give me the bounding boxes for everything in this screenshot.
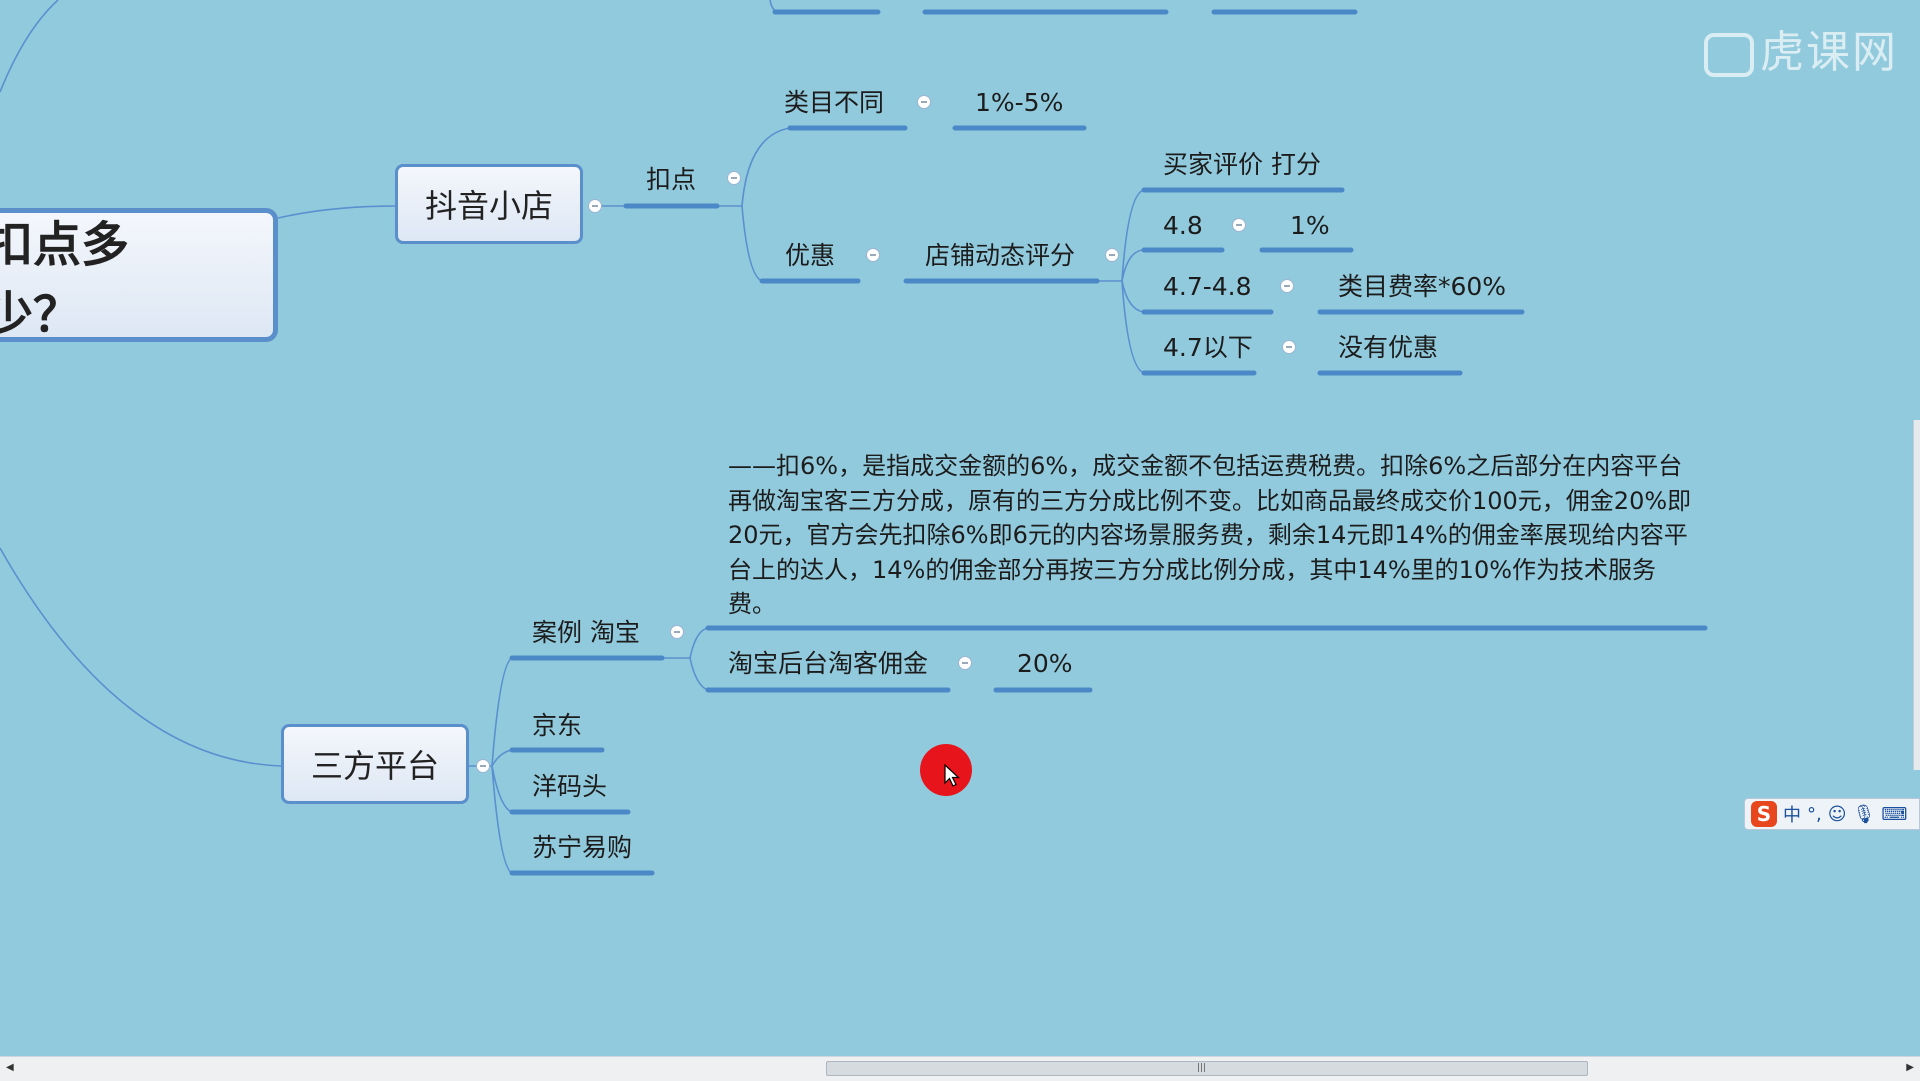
ime-punct-toggle[interactable]: °,	[1807, 804, 1822, 825]
topic-douyin-store-label: 抖音小店	[424, 187, 553, 225]
watermark-text: 虎课网	[1760, 27, 1898, 78]
collapse-koudian-button[interactable]	[727, 171, 741, 185]
collapse-score-3-button[interactable]	[1282, 340, 1296, 354]
watermark-logo: 虎课网	[1704, 16, 1898, 80]
topic-suning[interactable]: 苏宁易购	[532, 833, 632, 863]
scroll-right-icon[interactable]: ▶	[1906, 1062, 1914, 1073]
topic-result-60pct[interactable]: 类目费率*60%	[1338, 272, 1506, 302]
collapse-third-party-button[interactable]	[476, 759, 490, 773]
topic-result-1pct[interactable]: 1%	[1290, 211, 1330, 241]
mic-icon[interactable]: 🎙	[1853, 804, 1876, 825]
topic-result-none[interactable]: 没有优惠	[1338, 333, 1438, 363]
topic-koudian[interactable]: 扣点	[646, 165, 696, 195]
sogou-logo-icon[interactable]: S	[1751, 801, 1777, 827]
topic-douyin-store[interactable]: 抖音小店	[395, 164, 583, 244]
topic-commission-value[interactable]: 20%	[1017, 649, 1073, 679]
collapse-commission-button[interactable]	[958, 656, 972, 670]
mindmap-canvas[interactable]: 扣点多少？ 抖音小店 三方平台 扣点 类目不同 1%-5% 优惠 店铺动态评分 …	[0, 0, 1920, 1056]
scroll-left-icon[interactable]: ◀	[6, 1062, 14, 1073]
collapse-youhui-button[interactable]	[866, 248, 880, 262]
topic-category-diff[interactable]: 类目不同	[784, 88, 884, 118]
topic-dsr[interactable]: 店铺动态评分	[925, 241, 1075, 271]
root-topic[interactable]: 扣点多少？	[0, 208, 278, 343]
topic-category-rate[interactable]: 1%-5%	[975, 88, 1063, 118]
ime-toolbar[interactable]: S 中 °, ☺ 🎙 ⌨	[1744, 798, 1920, 830]
root-topic-label: 扣点多少？	[0, 217, 130, 343]
grip-icon: |||	[1197, 1063, 1207, 1073]
scrollbar-thumb[interactable]: |||	[826, 1061, 1588, 1076]
ime-lang-toggle[interactable]: 中	[1783, 801, 1801, 827]
cursor-highlight	[920, 744, 972, 796]
mouse-pointer-icon	[944, 764, 960, 787]
collapse-score-1-button[interactable]	[1232, 218, 1246, 232]
topic-buyer-rating[interactable]: 买家评价 打分	[1163, 150, 1321, 180]
vertical-scrollbar[interactable]	[1913, 420, 1920, 770]
collapse-dsr-button[interactable]	[1105, 248, 1119, 262]
topic-score-below-4-7[interactable]: 4.7以下	[1163, 333, 1253, 363]
logo-icon	[1704, 33, 1754, 77]
emoji-icon[interactable]: ☺	[1828, 804, 1847, 825]
topic-third-party[interactable]: 三方平台	[281, 724, 469, 804]
collapse-score-2-button[interactable]	[1280, 279, 1294, 293]
topic-score-4-8[interactable]: 4.8	[1163, 211, 1203, 241]
topic-taobao-case[interactable]: 案例 淘宝	[532, 618, 640, 648]
collapse-category-button[interactable]	[917, 95, 931, 109]
topic-score-4-7-4-8[interactable]: 4.7-4.8	[1163, 272, 1252, 302]
topic-taobao-commission[interactable]: 淘宝后台淘客佣金	[728, 649, 928, 679]
keyboard-icon[interactable]: ⌨	[1881, 804, 1907, 825]
collapse-taobao-button[interactable]	[670, 625, 684, 639]
topic-youhui[interactable]: 优惠	[785, 241, 835, 271]
topic-yangmatou[interactable]: 洋码头	[532, 772, 607, 802]
collapse-douyin-button[interactable]	[588, 199, 602, 213]
topic-third-party-label: 三方平台	[310, 747, 439, 785]
taobao-note-text[interactable]: ——扣6%，是指成交金额的6%，成交金额不包括运费税费。扣除6%之后部分在内容平…	[728, 449, 1698, 622]
horizontal-scrollbar[interactable]: ◀ ||| ▶	[0, 1056, 1920, 1081]
topic-jd[interactable]: 京东	[532, 711, 582, 741]
